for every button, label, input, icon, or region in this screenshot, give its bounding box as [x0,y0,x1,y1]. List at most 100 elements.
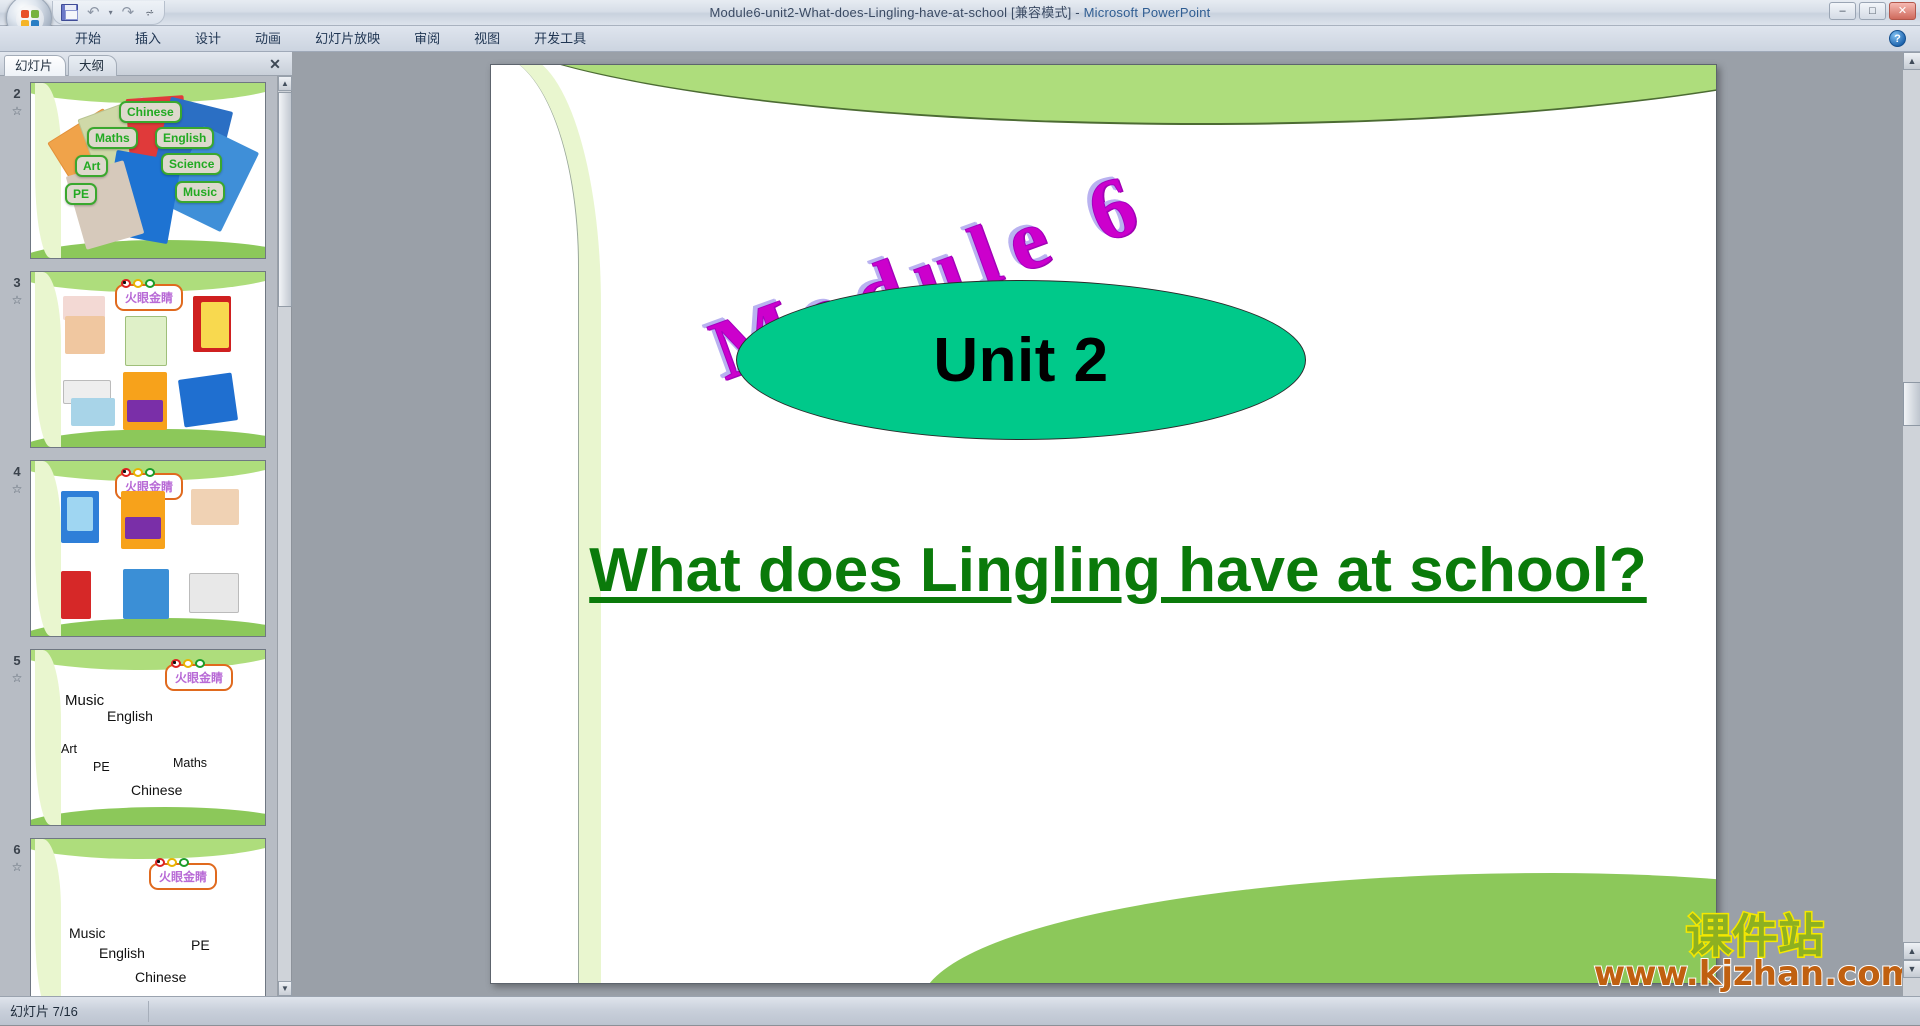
ribbon-tab-design[interactable]: 设计 [178,26,238,52]
badge-huoyanjinjing: 火眼金睛 [165,664,233,691]
word-label: Art [61,742,77,756]
animation-star-icon: ☆ [5,671,29,685]
scroll-down-icon[interactable]: ▼ [278,981,292,996]
word-label: PE [191,937,210,953]
tab-outline[interactable]: 大纲 [68,55,117,76]
word-label: Music [65,692,104,709]
slide-decor-wave-white [490,64,579,984]
minimize-button[interactable]: – [1829,2,1856,20]
eyes-icon [121,279,155,288]
slide-number: 4 [6,464,28,479]
scrollbar-thumb[interactable] [278,92,292,307]
slide-thumbnail-3[interactable]: 火眼金睛 [30,271,266,448]
decor-image [127,400,163,422]
word-label: Maths [173,756,207,770]
slide-thumbnail-5[interactable]: 火眼金睛 Music English Art PE Maths Chinese [30,649,266,826]
undo-dropdown-icon[interactable]: ▾ [109,8,113,17]
scroll-up-icon[interactable]: ▲ [278,76,292,91]
stage-scrollbar[interactable]: ▲ ▲ ▼ [1902,52,1920,996]
slide-counter: 幻灯片 7/16 [10,997,78,1026]
close-panel-icon[interactable]: ✕ [266,55,284,73]
thumbnail-scrollbar[interactable]: ▲ ▼ [277,76,291,996]
subject-label: Maths [87,127,138,149]
decor-image [61,571,91,619]
window-title-document: Module6-unit2-What-does-Lingling-have-at… [710,5,1008,20]
ribbon-tab-developer[interactable]: 开发工具 [517,26,603,52]
status-bar: 幻灯片 7/16 [0,996,1920,1025]
decor-image [123,569,169,619]
panel-tab-bar: 幻灯片 大纲 ✕ [0,52,292,76]
ribbon-tab-insert[interactable]: 插入 [118,26,178,52]
animation-star-icon: ☆ [5,482,29,496]
decor-wave [35,839,61,996]
ribbon-tab-slideshow[interactable]: 幻灯片放映 [298,26,397,52]
stage-scroll-up-icon[interactable]: ▲ [1903,52,1920,70]
ribbon-tab-home[interactable]: 开始 [58,26,118,52]
eyes-icon [171,659,205,668]
list-item[interactable]: 6 ☆ 火眼金睛 Music English PE Chinese [0,832,278,996]
status-separator [148,1001,149,1022]
decor-wave [35,272,61,447]
help-icon[interactable]: ? [1889,30,1906,47]
close-button[interactable]: ✕ [1889,2,1916,20]
ribbon-tab-animations[interactable]: 动画 [238,26,298,52]
ribbon-tab-view[interactable]: 视图 [457,26,517,52]
slide-editing-stage: Module 6 Unit 2 What does Lingling have … [293,52,1920,996]
list-item[interactable]: 4 ☆ 火眼金睛 [0,454,278,643]
thumbnail-list[interactable]: 2 ☆ Chinese Maths English Art [0,76,278,996]
slide-number: 6 [6,842,28,857]
maximize-button[interactable]: □ [1859,2,1886,20]
current-slide[interactable]: Module 6 Unit 2 What does Lingling have … [490,64,1717,984]
badge-label: 火眼金睛 [159,870,207,884]
list-item[interactable]: 3 ☆ 火眼金睛 [0,265,278,454]
animation-star-icon: ☆ [5,860,29,874]
eyes-icon [155,858,189,867]
window-controls: – □ ✕ [1829,2,1916,20]
window-title: Module6-unit2-What-does-Lingling-have-at… [0,0,1920,26]
slide-thumbnail-4[interactable]: 火眼金睛 [30,460,266,637]
customize-qat-icon[interactable]: ⩫ [145,6,154,19]
decor-image [191,489,239,525]
word-label: PE [93,760,110,774]
slide-number: 2 [6,86,28,101]
list-item[interactable]: 5 ☆ 火眼金睛 Music English Art PE [0,643,278,832]
badge-label: 火眼金睛 [175,671,223,685]
slide-thumbnail-2[interactable]: Chinese Maths English Art Science PE Mus… [30,82,266,259]
orb-quadrant-red [21,10,29,18]
unit-oval-shape[interactable]: Unit 2 [736,280,1306,440]
subject-label: Chinese [119,101,182,123]
decor-image [125,517,161,539]
stage-scrollbar-thumb[interactable] [1903,382,1920,426]
previous-slide-icon[interactable]: ▲ [1903,942,1920,960]
slide-thumbnail-6[interactable]: 火眼金睛 Music English PE Chinese [30,838,266,996]
save-icon[interactable] [61,4,78,21]
ribbon-tab-review[interactable]: 审阅 [397,26,457,52]
decor-top-band [30,838,266,859]
undo-icon[interactable]: ↶ [87,4,100,21]
badge-label: 火眼金睛 [125,291,173,305]
window-title-compat: [兼容模式] [1011,5,1071,20]
slide-headline[interactable]: What does Lingling have at school? [563,535,1673,606]
slide-thumbnail-panel: 幻灯片 大纲 ✕ 2 ☆ Chin [0,52,292,996]
subject-label: Art [75,155,108,177]
slide-decor-bottom-band [921,873,1717,984]
tab-slides[interactable]: 幻灯片 [4,55,66,76]
workspace: 幻灯片 大纲 ✕ 2 ☆ Chin [0,52,1920,996]
word-label: Chinese [131,782,182,798]
word-label: English [107,708,153,724]
slide-number: 3 [6,275,28,290]
subject-label: English [155,127,214,149]
orb-quadrant-green [31,10,39,18]
previous-next-slide-buttons[interactable]: ▲ ▼ [1903,942,1920,978]
redo-icon[interactable]: ↷ [122,4,135,21]
decor-bottom-band [30,429,266,448]
next-slide-icon[interactable]: ▼ [1903,960,1920,978]
decor-image [67,497,93,531]
decor-wave [35,650,61,825]
decor-image [201,302,229,348]
list-item[interactable]: 2 ☆ Chinese Maths English Art [0,76,278,265]
eyes-icon [121,468,155,477]
word-label: English [99,945,145,961]
animation-star-icon: ☆ [5,104,29,118]
decor-wave [35,461,61,636]
